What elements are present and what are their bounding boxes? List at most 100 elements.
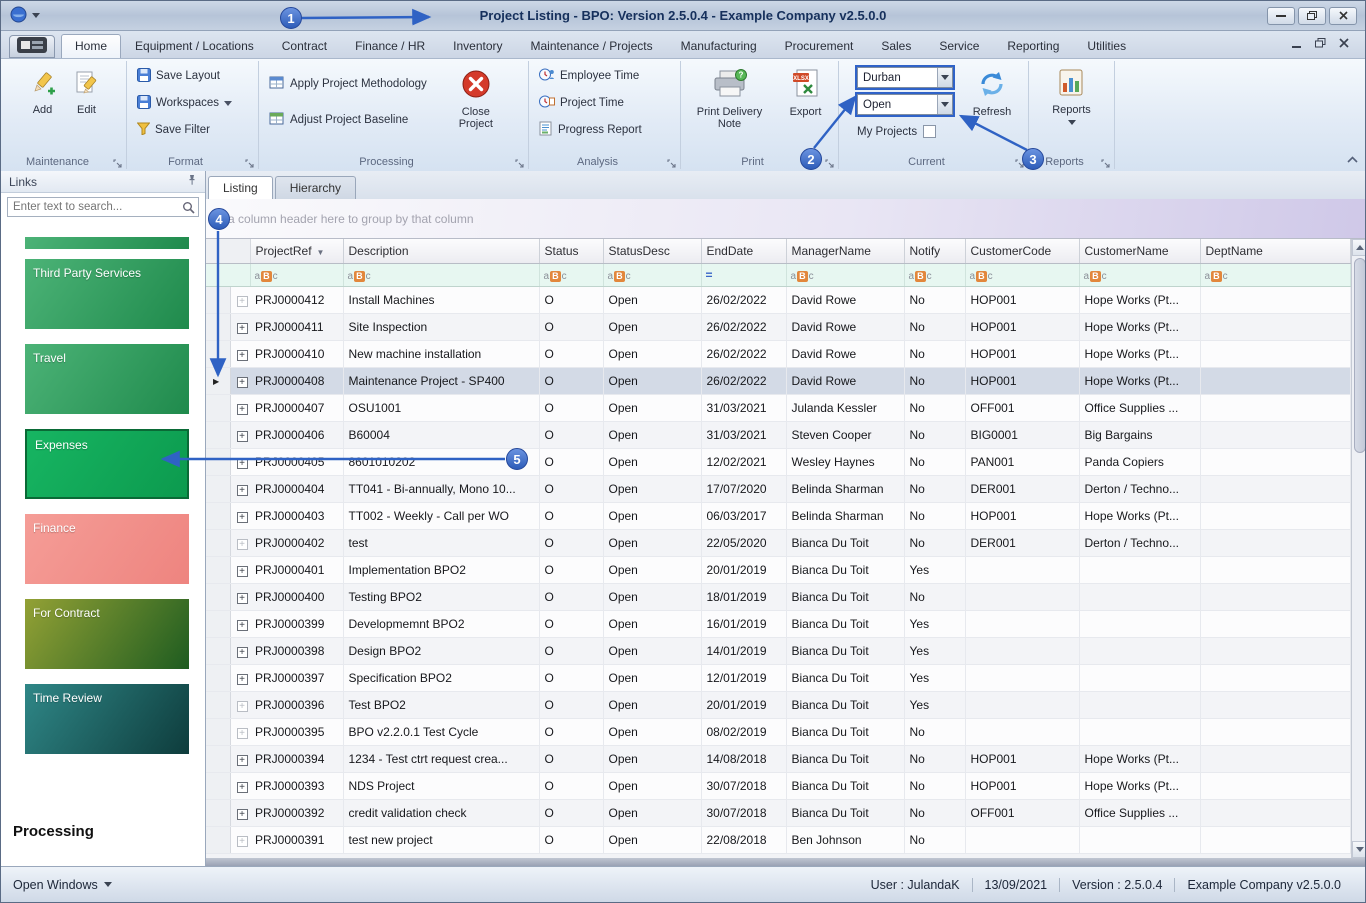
cell-notify[interactable]: No [904, 475, 965, 502]
add-button[interactable]: Add [26, 65, 60, 116]
column-header[interactable]: DeptName [1200, 239, 1350, 263]
cell-enddate[interactable]: 26/02/2022 [701, 367, 786, 394]
edit-button[interactable]: Edit [70, 65, 104, 116]
cell-deptname[interactable] [1200, 367, 1350, 394]
cell-enddate[interactable]: 20/01/2019 [701, 556, 786, 583]
ribbon-tab[interactable]: Service [925, 34, 993, 58]
cell-statusdesc[interactable]: Open [603, 691, 701, 718]
cell-projectref[interactable]: PRJ0000402 [250, 529, 343, 556]
cell-customercode[interactable] [965, 610, 1079, 637]
cell-deptname[interactable] [1200, 718, 1350, 745]
cell-customername[interactable]: Hope Works (Pt... [1079, 286, 1200, 313]
column-header[interactable]: EndDate [701, 239, 786, 263]
cell-enddate[interactable]: 16/01/2019 [701, 610, 786, 637]
row-expand[interactable] [230, 394, 250, 421]
filter-status[interactable] [539, 263, 603, 286]
cell-statusdesc[interactable]: Open [603, 637, 701, 664]
row-expand[interactable] [230, 448, 250, 475]
cell-statusdesc[interactable]: Open [603, 583, 701, 610]
cell-status[interactable]: O [539, 826, 603, 853]
row-indicator[interactable] [206, 799, 230, 826]
row-expand[interactable] [230, 421, 250, 448]
cell-statusdesc[interactable]: Open [603, 421, 701, 448]
cell-notify[interactable]: No [904, 394, 965, 421]
cell-statusdesc[interactable]: Open [603, 313, 701, 340]
cell-description[interactable]: Test BPO2 [343, 691, 539, 718]
dialog-launcher-icon[interactable] [515, 157, 525, 167]
cell-statusdesc[interactable]: Open [603, 286, 701, 313]
table-row[interactable]: PRJ0000391 test new project O Open 22/08… [206, 826, 1350, 853]
cell-customername[interactable]: Big Bargains [1079, 421, 1200, 448]
cell-deptname[interactable] [1200, 421, 1350, 448]
cell-customername[interactable]: Hope Works (Pt... [1079, 313, 1200, 340]
status-dropdown[interactable]: Open [857, 94, 953, 115]
site-dropdown[interactable]: Durban [857, 67, 953, 88]
cell-customername[interactable]: Derton / Techno... [1079, 529, 1200, 556]
cell-description[interactable]: NDS Project [343, 772, 539, 799]
row-expand[interactable] [230, 286, 250, 313]
cell-projectref[interactable]: PRJ0000400 [250, 583, 343, 610]
adjust-project-baseline-button[interactable]: Adjust Project Baseline [263, 109, 433, 131]
table-row[interactable]: PRJ0000396 Test BPO2 O Open 20/01/2019 B… [206, 691, 1350, 718]
cell-enddate[interactable]: 26/02/2022 [701, 286, 786, 313]
cell-enddate[interactable]: 12/02/2021 [701, 448, 786, 475]
cell-status[interactable]: O [539, 340, 603, 367]
open-windows-dropdown[interactable]: Open Windows [13, 878, 112, 892]
cell-description[interactable]: test new project [343, 826, 539, 853]
cell-notify[interactable]: No [904, 421, 965, 448]
cell-customercode[interactable]: HOP001 [965, 313, 1079, 340]
cell-customercode[interactable]: HOP001 [965, 340, 1079, 367]
sidebar-tile[interactable]: Third Party Services [25, 259, 189, 329]
row-expand[interactable] [230, 745, 250, 772]
search-input[interactable] [7, 197, 199, 217]
cell-notify[interactable]: No [904, 367, 965, 394]
cell-managername[interactable]: Belinda Sharman [786, 502, 904, 529]
cell-projectref[interactable]: PRJ0000397 [250, 664, 343, 691]
cell-customername[interactable]: Derton / Techno... [1079, 475, 1200, 502]
cell-projectref[interactable]: PRJ0000412 [250, 286, 343, 313]
cell-customercode[interactable]: BIG0001 [965, 421, 1079, 448]
ribbon-tab[interactable]: Manufacturing [667, 34, 771, 58]
cell-deptname[interactable] [1200, 637, 1350, 664]
vertical-scrollbar[interactable] [1351, 239, 1366, 858]
table-row[interactable]: PRJ0000401 Implementation BPO2 O Open 20… [206, 556, 1350, 583]
sidebar-tile[interactable]: Expenses [25, 429, 189, 499]
ribbon-tab[interactable]: Finance / HR [341, 34, 439, 58]
cell-statusdesc[interactable]: Open [603, 610, 701, 637]
column-header[interactable]: ProjectRef▼ [250, 239, 343, 263]
cell-managername[interactable]: Ben Johnson [786, 826, 904, 853]
row-expand[interactable] [230, 502, 250, 529]
maximize-button[interactable] [1298, 7, 1326, 25]
sidebar-tile[interactable]: Finance [25, 514, 189, 584]
ribbon-tab[interactable]: Maintenance / Projects [517, 34, 667, 58]
cell-customercode[interactable] [965, 556, 1079, 583]
cell-status[interactable]: O [539, 313, 603, 340]
cell-description[interactable]: Design BPO2 [343, 637, 539, 664]
cell-notify[interactable]: Yes [904, 637, 965, 664]
table-row[interactable]: PRJ0000412 Install Machines O Open 26/02… [206, 286, 1350, 313]
cell-notify[interactable]: No [904, 529, 965, 556]
cell-projectref[interactable]: PRJ0000398 [250, 637, 343, 664]
cell-enddate[interactable]: 18/01/2019 [701, 583, 786, 610]
cell-statusdesc[interactable]: Open [603, 772, 701, 799]
cell-projectref[interactable]: PRJ0000396 [250, 691, 343, 718]
row-expand[interactable] [230, 664, 250, 691]
mdi-close-icon[interactable] [1339, 37, 1349, 51]
cell-notify[interactable]: No [904, 718, 965, 745]
cell-enddate[interactable]: 22/05/2020 [701, 529, 786, 556]
cell-enddate[interactable]: 20/01/2019 [701, 691, 786, 718]
cell-managername[interactable]: Bianca Du Toit [786, 610, 904, 637]
cell-enddate[interactable]: 31/03/2021 [701, 421, 786, 448]
apply-project-methodology-button[interactable]: Apply Project Methodology [263, 73, 433, 95]
dialog-launcher-icon[interactable] [113, 157, 123, 167]
cell-customercode[interactable] [965, 637, 1079, 664]
close-button[interactable] [1329, 7, 1357, 25]
table-row[interactable]: PRJ0000395 BPO v2.2.0.1 Test Cycle O Ope… [206, 718, 1350, 745]
cell-statusdesc[interactable]: Open [603, 340, 701, 367]
cell-projectref[interactable]: PRJ0000401 [250, 556, 343, 583]
cell-customercode[interactable] [965, 826, 1079, 853]
cell-description[interactable]: Maintenance Project - SP400 [343, 367, 539, 394]
row-expand[interactable] [230, 367, 250, 394]
cell-description[interactable]: BPO v2.2.0.1 Test Cycle [343, 718, 539, 745]
cell-customername[interactable] [1079, 826, 1200, 853]
